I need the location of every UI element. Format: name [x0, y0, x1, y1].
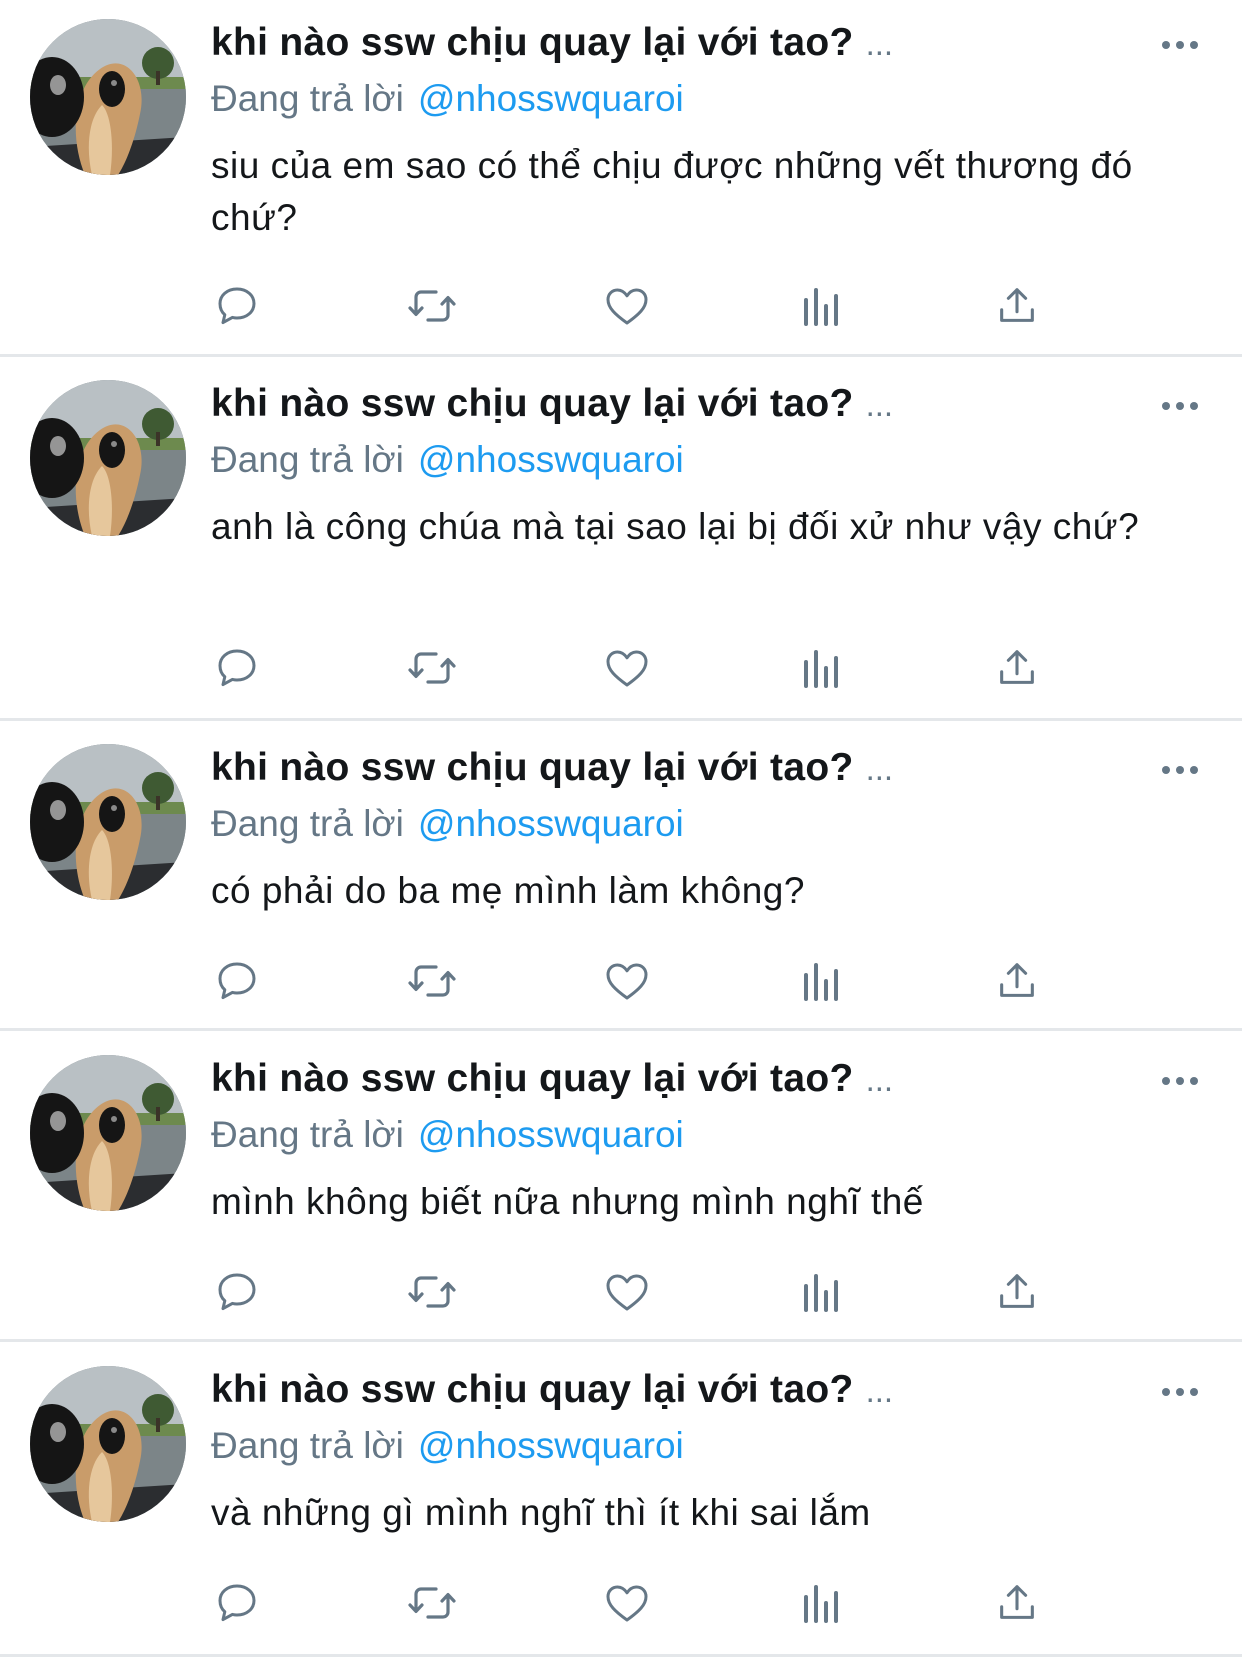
retweet-icon[interactable]: [404, 1265, 460, 1319]
display-name[interactable]: khi nào ssw chịu quay lại với tao?: [211, 1057, 854, 1100]
more-dots-icon[interactable]: [1158, 30, 1202, 60]
reply-prefix: Đang trả lời: [211, 1425, 404, 1466]
analytics-icon[interactable]: [794, 641, 850, 695]
more-dots-icon[interactable]: [1158, 1066, 1202, 1096]
reply-handle-link[interactable]: @nhosswquaroi: [418, 803, 684, 844]
tweet-text: và những gì mình nghĩ thì ít khi sai lắm: [211, 1492, 871, 1533]
avatar[interactable]: [30, 1366, 186, 1522]
reply-context: Đang trả lời @nhosswquaroi: [211, 1110, 684, 1160]
tweet-header: khi nào ssw chịu quay lại với tao?...: [211, 1365, 893, 1415]
reply-icon[interactable]: [209, 279, 265, 333]
tweet-text: siu của em sao có thể chịu được những vế…: [211, 145, 1133, 238]
avatar[interactable]: [30, 744, 186, 900]
reply-icon[interactable]: [209, 954, 265, 1008]
like-icon[interactable]: [599, 1265, 655, 1319]
action-bar: [209, 279, 1109, 333]
like-icon[interactable]: [599, 1576, 655, 1630]
display-name[interactable]: khi nào ssw chịu quay lại với tao?: [211, 746, 854, 789]
reply-icon[interactable]: [209, 641, 265, 695]
action-bar: [209, 1576, 1109, 1630]
tweet-text: có phải do ba mẹ mình làm không?: [211, 870, 805, 911]
reply-handle-link[interactable]: @nhosswquaroi: [418, 1114, 684, 1155]
share-icon[interactable]: [989, 279, 1045, 333]
tweet[interactable]: khi nào ssw chịu quay lại với tao?... Đa…: [0, 1036, 1242, 1342]
name-ellipsis: ...: [865, 1372, 894, 1409]
more-dots-icon[interactable]: [1158, 1377, 1202, 1407]
reply-context: Đang trả lời @nhosswquaroi: [211, 799, 684, 849]
retweet-icon[interactable]: [404, 279, 460, 333]
name-ellipsis: ...: [865, 25, 894, 62]
avatar[interactable]: [30, 1055, 186, 1211]
retweet-icon[interactable]: [404, 954, 460, 1008]
tweet[interactable]: khi nào ssw chịu quay lại với tao?... Đa…: [0, 0, 1242, 357]
action-bar: [209, 954, 1109, 1008]
tweet-text: anh là công chúa mà tại sao lại bị đối x…: [211, 506, 1140, 547]
reply-handle-link[interactable]: @nhosswquaroi: [418, 1425, 684, 1466]
reply-context: Đang trả lời @nhosswquaroi: [211, 1421, 684, 1471]
tweet-header: khi nào ssw chịu quay lại với tao?...: [211, 743, 893, 793]
tweet-header: khi nào ssw chịu quay lại với tao?...: [211, 1054, 893, 1104]
reply-handle-link[interactable]: @nhosswquaroi: [418, 439, 684, 480]
reply-prefix: Đang trả lời: [211, 439, 404, 480]
display-name[interactable]: khi nào ssw chịu quay lại với tao?: [211, 382, 854, 425]
tweet-header: khi nào ssw chịu quay lại với tao?...: [211, 379, 893, 429]
reply-prefix: Đang trả lời: [211, 1114, 404, 1155]
more-dots-icon[interactable]: [1158, 391, 1202, 421]
action-bar: [209, 641, 1109, 695]
name-ellipsis: ...: [865, 386, 894, 423]
like-icon[interactable]: [599, 954, 655, 1008]
avatar[interactable]: [30, 19, 186, 175]
share-icon[interactable]: [989, 1265, 1045, 1319]
reply-context: Đang trả lời @nhosswquaroi: [211, 435, 684, 485]
reply-prefix: Đang trả lời: [211, 78, 404, 119]
reply-context: Đang trả lời @nhosswquaroi: [211, 74, 684, 124]
tweet[interactable]: khi nào ssw chịu quay lại với tao?... Đa…: [0, 725, 1242, 1031]
analytics-icon[interactable]: [794, 954, 850, 1008]
like-icon[interactable]: [599, 279, 655, 333]
more-dots-icon[interactable]: [1158, 755, 1202, 785]
display-name[interactable]: khi nào ssw chịu quay lại với tao?: [211, 1368, 854, 1411]
name-ellipsis: ...: [865, 750, 894, 787]
share-icon[interactable]: [989, 954, 1045, 1008]
reply-icon[interactable]: [209, 1576, 265, 1630]
like-icon[interactable]: [599, 641, 655, 695]
tweet[interactable]: khi nào ssw chịu quay lại với tao?... Đa…: [0, 361, 1242, 721]
avatar[interactable]: [30, 380, 186, 536]
analytics-icon[interactable]: [794, 279, 850, 333]
action-bar: [209, 1265, 1109, 1319]
tweet-text: mình không biết nữa nhưng mình nghĩ thế: [211, 1181, 924, 1222]
reply-handle-link[interactable]: @nhosswquaroi: [418, 78, 684, 119]
name-ellipsis: ...: [865, 1061, 894, 1098]
tweet[interactable]: khi nào ssw chịu quay lại với tao?... Đa…: [0, 1347, 1242, 1657]
analytics-icon[interactable]: [794, 1265, 850, 1319]
tweet-header: khi nào ssw chịu quay lại với tao?...: [211, 18, 893, 68]
retweet-icon[interactable]: [404, 641, 460, 695]
reply-icon[interactable]: [209, 1265, 265, 1319]
share-icon[interactable]: [989, 1576, 1045, 1630]
retweet-icon[interactable]: [404, 1576, 460, 1630]
analytics-icon[interactable]: [794, 1576, 850, 1630]
share-icon[interactable]: [989, 641, 1045, 695]
reply-prefix: Đang trả lời: [211, 803, 404, 844]
display-name[interactable]: khi nào ssw chịu quay lại với tao?: [211, 21, 854, 64]
